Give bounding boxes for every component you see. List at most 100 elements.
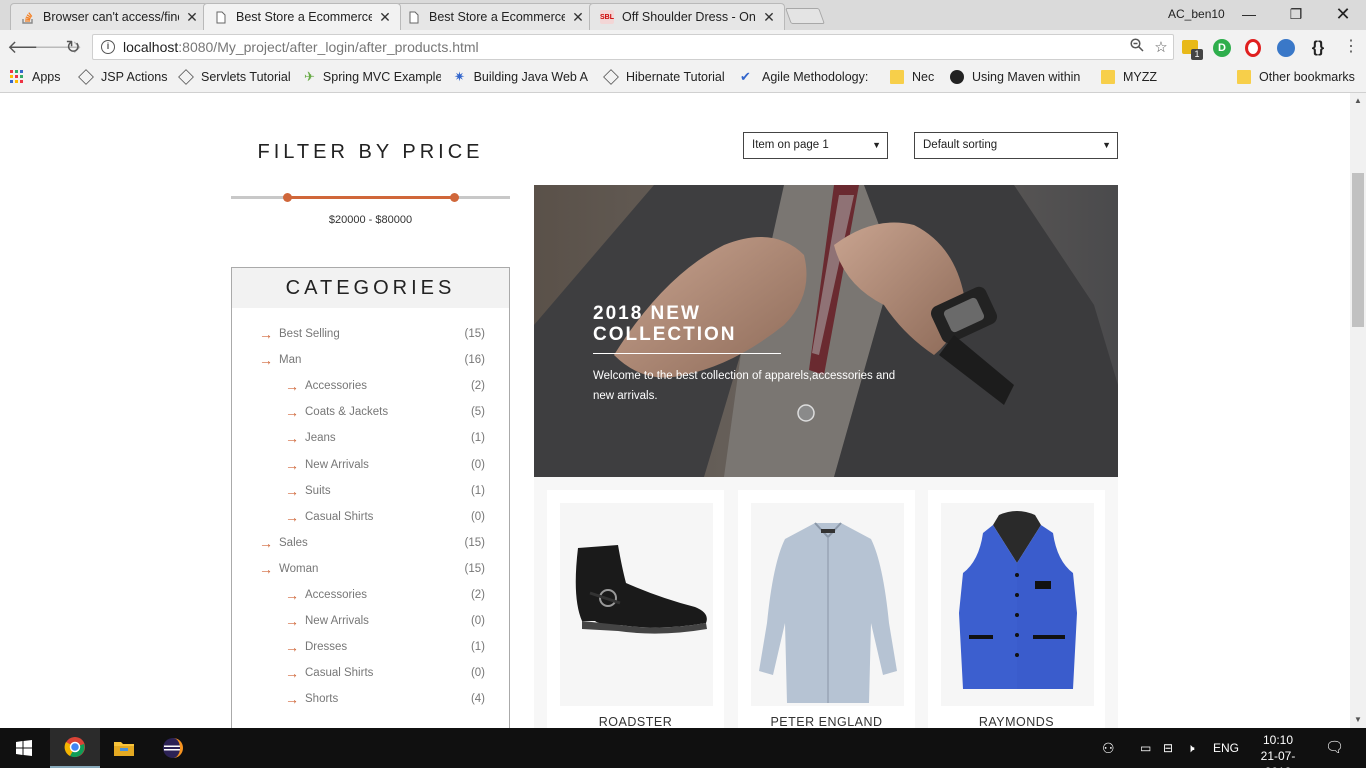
bookmark-hibernate-tutorial[interactable]: Hibernate Tutorial (603, 69, 725, 85)
category-item[interactable]: → Accessories (2) (285, 376, 509, 396)
bookmark-apps[interactable]: Apps (10, 70, 61, 84)
category-item[interactable]: → Woman (15) (259, 559, 509, 579)
close-tab-icon[interactable]: ✕ (571, 9, 585, 26)
tab-0[interactable]: Browser can't access/find ✕ (10, 3, 208, 30)
category-item[interactable]: → New Arrivals (0) (285, 455, 509, 475)
product-name[interactable]: PETER ENGLAND (738, 715, 915, 728)
product-image-grey-shirt[interactable] (751, 503, 904, 706)
price-slider[interactable] (231, 193, 510, 202)
items-per-page-select[interactable]: Item on page 1 ▼ (743, 132, 888, 159)
category-label[interactable]: Accessories (305, 380, 367, 392)
bookmark-jsp-actions[interactable]: JSP Actions (78, 69, 167, 85)
bookmark-using-maven[interactable]: Using Maven within (950, 70, 1083, 84)
menu-icon[interactable]: ⋮ (1340, 36, 1362, 58)
arrow-right-icon: → (285, 378, 299, 395)
star-icon[interactable]: ☆ (1149, 38, 1173, 56)
product-name[interactable]: ROADSTER (547, 715, 724, 728)
category-item[interactable]: → Man (16) (259, 350, 509, 370)
category-label[interactable]: Casual Shirts (305, 667, 373, 679)
bookmark-myzz[interactable]: MYZZ (1101, 70, 1157, 84)
category-label[interactable]: Man (279, 354, 301, 366)
language-indicator[interactable]: ENG (1213, 728, 1239, 768)
url-text[interactable]: localhost:8080/My_project/after_login/af… (123, 39, 1125, 55)
bookmark-agile-methodology[interactable]: ✔ Agile Methodology: (740, 70, 869, 85)
opera-icon[interactable] (1245, 39, 1261, 57)
windows-start-icon[interactable] (0, 728, 48, 768)
forward-icon[interactable]: 🡒 (34, 36, 82, 58)
category-item[interactable]: → Casual Shirts (0) (285, 663, 509, 683)
clock[interactable]: 10:10 21-07-2018 (1256, 732, 1300, 779)
price-slider-max-handle[interactable] (450, 193, 460, 202)
category-label[interactable]: Dresses (305, 641, 347, 653)
category-item[interactable]: → Dresses (1) (285, 637, 509, 657)
eclipse-icon[interactable] (148, 728, 198, 768)
category-label[interactable]: Suits (305, 485, 331, 497)
category-label[interactable]: Best Selling (279, 328, 340, 340)
restore-icon[interactable]: ❐ (1281, 4, 1311, 24)
bookmark-spring-mvc[interactable]: ✈ Spring MVC Example (304, 70, 441, 84)
close-tab-icon[interactable]: ✕ (378, 9, 392, 26)
chrome-taskbar-icon[interactable] (50, 728, 100, 768)
network-icon[interactable]: ⊟ (1163, 728, 1173, 768)
category-label[interactable]: Shorts (305, 693, 338, 705)
category-item[interactable]: → Casual Shirts (0) (285, 507, 509, 527)
scroll-up-icon[interactable]: ▲ (1350, 93, 1366, 109)
category-item[interactable]: → Best Selling (15) (259, 324, 509, 344)
scroll-down-icon[interactable]: ▼ (1350, 712, 1366, 728)
back-icon[interactable]: 🡐 (7, 36, 55, 58)
reload-icon[interactable]: ↻ (62, 36, 84, 58)
category-count: (1) (470, 484, 485, 497)
category-label[interactable]: Sales (279, 537, 308, 549)
category-item[interactable]: → Accessories (2) (285, 585, 509, 605)
tab-3[interactable]: SBL Off Shoulder Dress - Onli ✕ (589, 3, 785, 30)
bookmark-nec[interactable]: Nec (890, 70, 934, 84)
tab-1[interactable]: Best Store a Ecommerce ✕ (203, 3, 401, 30)
bookmark-servlets-tutorial[interactable]: Servlets Tutorial (178, 69, 291, 85)
info-icon[interactable]: i (101, 40, 115, 54)
sorting-select[interactable]: Default sorting ▼ (914, 132, 1118, 159)
battery-icon[interactable]: ▭ (1140, 728, 1151, 768)
page-scrollbar[interactable]: ▲ ▼ (1350, 93, 1366, 728)
category-item[interactable]: → Coats & Jackets (5) (285, 402, 509, 422)
product-card[interactable]: PETER ENGLAND (738, 490, 915, 728)
file-explorer-icon[interactable] (100, 728, 148, 768)
profile-name[interactable]: AC_ben10 (1168, 7, 1225, 21)
category-item[interactable]: → Sales (15) (259, 533, 509, 553)
category-item[interactable]: → Suits (1) (285, 481, 509, 501)
category-label[interactable]: Casual Shirts (305, 511, 373, 523)
category-item[interactable]: → Shorts (4) (285, 689, 509, 709)
extension-green-icon[interactable]: D (1213, 39, 1231, 57)
category-item[interactable]: → Jeans (1) (285, 428, 509, 448)
category-label[interactable]: New Arrivals (305, 459, 369, 471)
tab-2[interactable]: Best Store a Ecommerce ✕ (396, 3, 594, 30)
address-bar[interactable]: i localhost:8080/My_project/after_login/… (92, 34, 1174, 60)
price-slider-min-handle[interactable] (282, 193, 292, 202)
product-image-blue-vest[interactable] (941, 503, 1094, 706)
category-label[interactable]: Woman (279, 563, 318, 575)
product-image-black-boot[interactable] (560, 503, 713, 706)
category-label[interactable]: Jeans (305, 432, 336, 444)
notifications-icon[interactable]: 🗨 (1325, 728, 1344, 768)
product-name[interactable]: RAYMONDS (928, 715, 1105, 728)
people-icon[interactable]: ⚇ (1102, 728, 1115, 768)
category-item[interactable]: → New Arrivals (0) (285, 611, 509, 631)
extension-globe-icon[interactable] (1277, 39, 1295, 57)
product-card[interactable]: RAYMONDS (928, 490, 1105, 728)
scrollbar-thumb[interactable] (1352, 173, 1364, 327)
category-label[interactable]: Accessories (305, 589, 367, 601)
close-tab-icon[interactable]: ✕ (185, 9, 199, 26)
minimize-icon[interactable]: — (1234, 4, 1264, 24)
new-tab-button[interactable] (785, 8, 825, 24)
close-tab-icon[interactable]: ✕ (762, 9, 776, 26)
bookmark-building-java-web[interactable]: ✷ Building Java Web A (454, 70, 588, 84)
category-label[interactable]: Coats & Jackets (305, 406, 388, 418)
bookmark-label: Building Java Web A (473, 70, 588, 84)
bookmark-label: Agile Methodology: (762, 70, 869, 84)
bookmark-other-bookmarks[interactable]: Other bookmarks (1237, 70, 1355, 84)
category-label[interactable]: New Arrivals (305, 615, 369, 627)
close-window-icon[interactable]: ✕ (1328, 4, 1358, 24)
volume-icon[interactable]: 🕨 (1187, 728, 1195, 768)
product-card[interactable]: ROADSTER (547, 490, 724, 728)
zoom-icon[interactable] (1125, 38, 1149, 56)
json-formatter-icon[interactable]: {} (1307, 39, 1329, 57)
